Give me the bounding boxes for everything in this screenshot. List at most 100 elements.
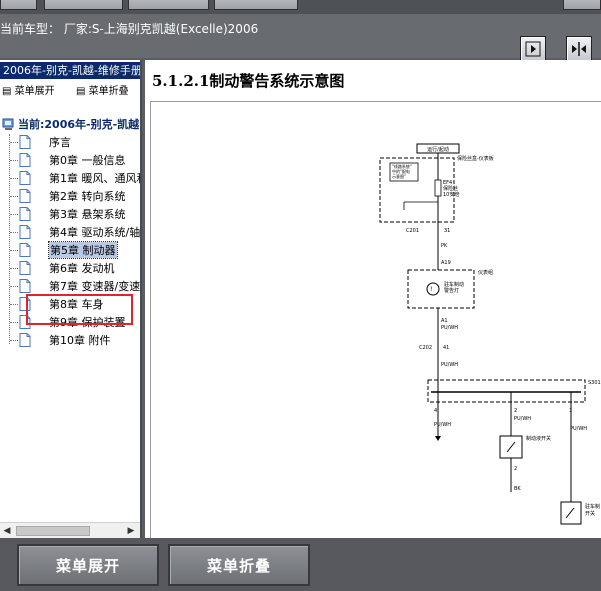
- document-icon: [19, 243, 31, 257]
- bottom-bar: 菜单展开 菜单折叠: [0, 538, 601, 591]
- tree-connector: [10, 159, 18, 161]
- diagram-frame: 运行/起动 保险丝盒-仪表板 "线路系统" 中的"配电 示意图" EF4 保险丝…: [150, 102, 601, 538]
- menu-expand-link[interactable]: ▤ 菜单展开: [2, 82, 55, 97]
- current-car-type: 当前车型： 厂家:S-上海别克凯越(Excelle)2006: [0, 22, 259, 36]
- list-icon: ▤: [76, 86, 86, 97]
- document-icon: [19, 153, 31, 167]
- expand-menu-button[interactable]: 菜单展开: [17, 544, 159, 586]
- split-view-icon: [572, 42, 586, 56]
- top-toolbar-button[interactable]: [214, 0, 298, 10]
- tree-item[interactable]: 第7章 变速器/变速驱: [10, 278, 140, 294]
- tree-connector: [10, 195, 18, 197]
- list-icon: ▤: [2, 86, 12, 97]
- tree-item[interactable]: 第10章 附件: [10, 332, 111, 348]
- top-toolbar-button[interactable]: [0, 0, 37, 10]
- tree-connector: [10, 231, 18, 233]
- horizontal-scrollbar[interactable]: ◀ ▶: [0, 522, 140, 538]
- scroll-left-icon[interactable]: ◀: [2, 525, 12, 537]
- split-view-button[interactable]: [566, 36, 592, 62]
- document-icon: [19, 261, 31, 275]
- wire-puwh-3: PU/WH: [434, 422, 451, 428]
- tree-item[interactable]: 第1章 暖风、通风和: [10, 170, 142, 186]
- computer-icon: [2, 118, 14, 130]
- wire-puwh-2: PU/WH: [441, 362, 458, 368]
- top-toolbar-button[interactable]: [563, 0, 601, 10]
- pin-a1: A1: [441, 318, 448, 324]
- tree-item-label: 第1章 暖风、通风和: [49, 172, 142, 185]
- tree-item-label: 第5章 制动器: [48, 241, 118, 259]
- fuse-rating: 10安培: [443, 191, 459, 198]
- tree-item[interactable]: 第2章 转向系统: [10, 188, 126, 204]
- tree-connector: [10, 177, 18, 179]
- splice-s301: S301: [588, 380, 601, 386]
- pin-2-bottom: 2: [514, 466, 517, 472]
- wire-puwh-4: PU/WH: [514, 416, 531, 422]
- cluster-label: 仪表组: [478, 269, 493, 276]
- navigation-tree-panel: 2006年-别克-凯越-维修手册 ▤ 菜单展开 ▤ 菜单折叠 当前:2006年-…: [0, 60, 142, 538]
- tree-connector: [10, 213, 18, 215]
- tree-connector: [10, 321, 18, 323]
- pin-4: 4: [434, 408, 437, 414]
- fuse-box-label: 保险丝盒-仪表板: [457, 155, 494, 162]
- document-title: 5.1.2.1制动警告系统示意图: [152, 72, 345, 90]
- document-icon: [19, 225, 31, 239]
- tree-item-label: 第10章 附件: [49, 334, 111, 347]
- tree-item[interactable]: 第5章 制动器: [10, 241, 118, 259]
- tree-root-label: 当前:2006年-别克-凯越: [18, 118, 140, 131]
- brake-warning-schematic: 运行/起动 保险丝盒-仪表板 "线路系统" 中的"配电 示意图" EF4 保险丝…: [379, 143, 601, 525]
- tree-item[interactable]: 第0章 一般信息: [10, 152, 126, 168]
- document-icon: [19, 135, 31, 149]
- wire-puwh-5: PU/WH: [570, 426, 587, 432]
- fuse-type: 保险丝: [443, 185, 458, 192]
- expand-right-button[interactable]: [520, 36, 546, 62]
- tree-root[interactable]: 当前:2006年-别克-凯越: [2, 116, 139, 132]
- wire-pk: PK: [441, 243, 448, 249]
- pin-31: 31: [444, 228, 450, 234]
- lamp-symbol: !: [430, 286, 432, 293]
- run-start-label: 运行/起动: [427, 146, 449, 153]
- tree-connector: [10, 303, 18, 305]
- lamp-label-1: 驻车制动: [444, 281, 464, 288]
- header-bar: 当前车型： 厂家:S-上海别克凯越(Excelle)2006: [0, 14, 601, 62]
- connector-c202: C202: [419, 345, 432, 351]
- tree-connector: [10, 339, 18, 341]
- highlight-box: [26, 294, 133, 325]
- pin-2-top: 2: [514, 408, 517, 414]
- pin-1: 1: [569, 408, 572, 414]
- manual-title: 2006年-别克-凯越-维修手册: [0, 62, 140, 79]
- tree-item[interactable]: 第6章 发动机: [10, 260, 115, 276]
- wire-bk: BK: [514, 486, 521, 492]
- tree-item[interactable]: 第3章 悬架系统: [10, 206, 126, 222]
- tree-item-label: 序言: [49, 136, 71, 149]
- tree-item-label: 第3章 悬架系统: [49, 208, 126, 221]
- document-icon: [19, 333, 31, 347]
- scroll-right-icon[interactable]: ▶: [126, 525, 136, 537]
- wire-puwh-1: PU/WH: [441, 325, 458, 331]
- top-toolbar: [0, 0, 601, 14]
- park-switch-label-2: 开关: [585, 510, 595, 517]
- top-toolbar-button[interactable]: [128, 0, 209, 10]
- connector-c201: C201: [406, 228, 419, 234]
- collapse-menu-button[interactable]: 菜单折叠: [168, 544, 310, 586]
- tree-connector: [10, 249, 18, 251]
- brake-switch-label: 制动液开关: [526, 435, 551, 442]
- pin-a19: A19: [441, 260, 451, 266]
- document-icon: [19, 171, 31, 185]
- tree-item-label: 第2章 转向系统: [49, 190, 126, 203]
- scrollbar-thumb[interactable]: [16, 526, 90, 536]
- document-panel: 5.1.2.1制动警告系统示意图 运行/起动 保险丝盒-仪表板 "线路系统" 中…: [145, 60, 601, 538]
- lamp-label-2: 警告灯: [444, 287, 459, 294]
- fuse-note-3: 示意图": [392, 173, 406, 179]
- expand-right-icon: [525, 41, 541, 57]
- top-toolbar-button[interactable]: [44, 0, 123, 10]
- app-window: 当前车型： 厂家:S-上海别克凯越(Excelle)2006 2006年-别克-…: [0, 0, 601, 591]
- menu-collapse-link[interactable]: ▤ 菜单折叠: [76, 82, 129, 97]
- document-icon: [19, 189, 31, 203]
- pin-41: 41: [443, 345, 449, 351]
- tree-connector: [10, 141, 18, 143]
- tree-item-label: 第0章 一般信息: [49, 154, 126, 167]
- tree-item[interactable]: 第4章 驱动系统/轴: [10, 224, 140, 240]
- tree-connector: [10, 267, 18, 269]
- tree-item-label: 第6章 发动机: [49, 262, 115, 275]
- tree-item[interactable]: 序言: [10, 134, 71, 150]
